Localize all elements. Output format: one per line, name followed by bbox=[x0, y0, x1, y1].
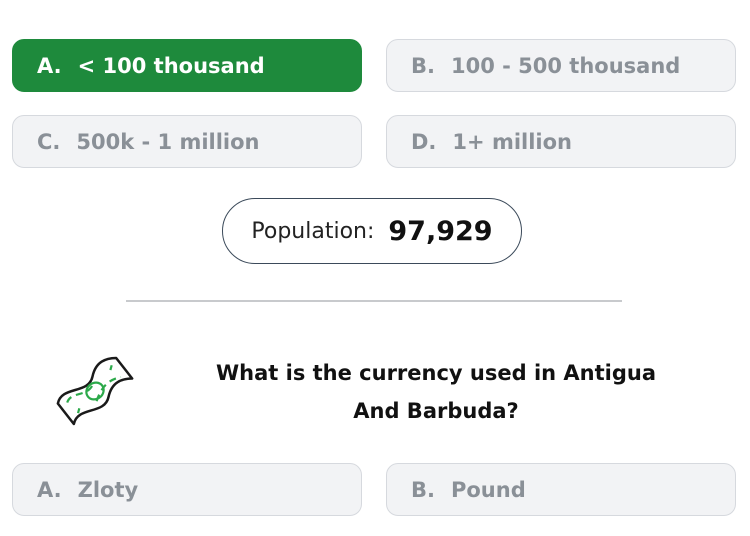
currency-option-b[interactable]: B. Pound bbox=[386, 463, 736, 516]
option-letter: C. bbox=[37, 129, 61, 154]
currency-option-a[interactable]: A. Zloty bbox=[12, 463, 362, 516]
option-letter: B. bbox=[411, 53, 435, 78]
option-letter: A. bbox=[37, 477, 62, 502]
option-label: 100 - 500 thousand bbox=[450, 53, 681, 78]
quiz-page: A. < 100 thousand B. 100 - 500 thousand … bbox=[0, 0, 750, 536]
population-value: 97,929 bbox=[388, 215, 493, 247]
population-label: Population: bbox=[251, 218, 375, 244]
option-label: 1+ million bbox=[452, 129, 572, 154]
option-label: 500k - 1 million bbox=[76, 129, 260, 154]
option-letter: A. bbox=[37, 53, 62, 78]
currency-question-text: What is the currency used in Antigua And… bbox=[215, 361, 657, 423]
section-divider bbox=[126, 300, 622, 302]
option-letter: D. bbox=[411, 129, 437, 154]
population-option-b[interactable]: B. 100 - 500 thousand bbox=[386, 39, 736, 92]
option-label: Pound bbox=[450, 477, 526, 502]
population-option-c[interactable]: C. 500k - 1 million bbox=[12, 115, 362, 168]
population-option-a[interactable]: A. < 100 thousand bbox=[12, 39, 362, 92]
option-letter: B. bbox=[411, 477, 435, 502]
population-result-badge: Population: 97,929 bbox=[222, 198, 522, 264]
population-option-d[interactable]: D. 1+ million bbox=[386, 115, 736, 168]
option-label: < 100 thousand bbox=[77, 53, 265, 78]
option-label: Zloty bbox=[77, 477, 139, 502]
money-bill-icon bbox=[50, 348, 140, 434]
